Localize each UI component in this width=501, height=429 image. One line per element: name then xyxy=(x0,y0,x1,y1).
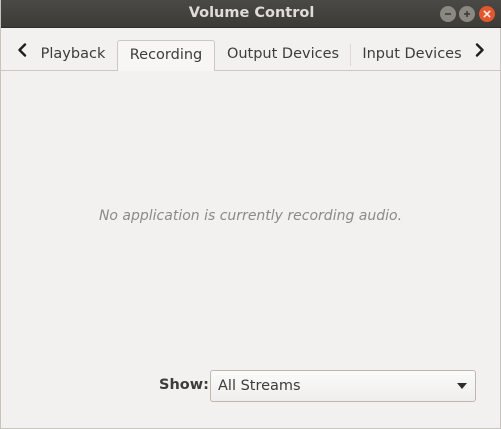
tab-input-devices[interactable]: Input Devices xyxy=(356,40,468,70)
recording-panel: No application is currently recording au… xyxy=(1,71,500,428)
title-bar[interactable]: Volume Control xyxy=(1,0,501,28)
tab-output-devices[interactable]: Output Devices xyxy=(220,40,346,70)
tab-label: Recording xyxy=(129,47,203,63)
volume-control-window: Volume Control Playback Recording Output… xyxy=(0,0,501,429)
minimize-icon[interactable] xyxy=(440,6,456,22)
show-filter-dropdown[interactable]: All Streams xyxy=(210,370,476,402)
tab-label: Output Devices xyxy=(226,46,340,62)
tab-label: Playback xyxy=(40,46,106,62)
maximize-icon[interactable] xyxy=(459,6,475,22)
tab-label: Input Devices xyxy=(362,46,462,62)
caret-down-icon xyxy=(457,383,467,389)
chevron-right-icon[interactable] xyxy=(473,39,487,61)
show-filter-label: Show: xyxy=(159,377,209,393)
tab-bar: Playback Recording Output Devices Input … xyxy=(1,28,500,71)
window-title: Volume Control xyxy=(188,5,315,21)
empty-state-message: No application is currently recording au… xyxy=(98,208,403,224)
close-icon[interactable] xyxy=(479,6,495,22)
tab-separator xyxy=(350,44,351,66)
chevron-left-icon[interactable] xyxy=(15,39,29,61)
tab-recording[interactable]: Recording xyxy=(117,40,215,71)
dropdown-selected-value: All Streams xyxy=(218,378,301,394)
tab-playback[interactable]: Playback xyxy=(34,40,112,70)
